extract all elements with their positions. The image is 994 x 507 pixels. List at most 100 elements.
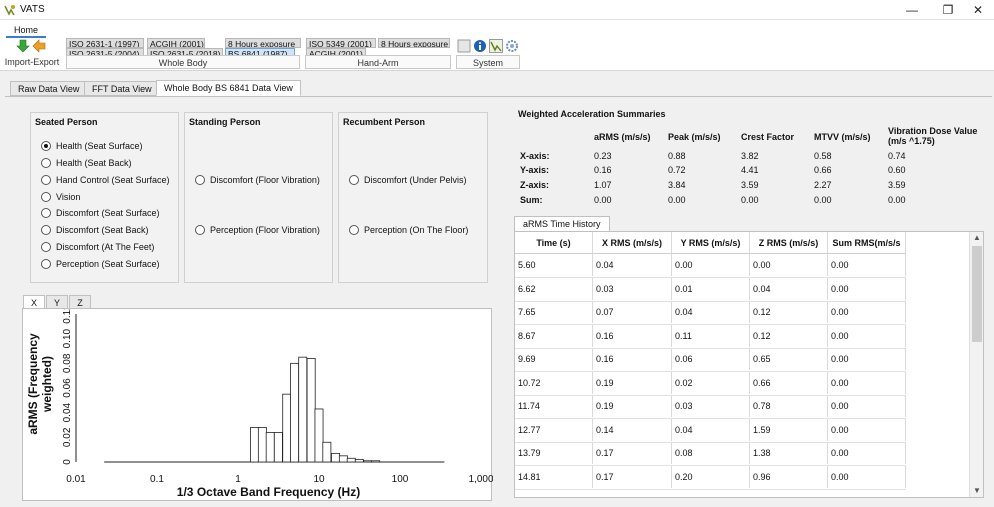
summary-header-crest: Crest Factor <box>741 132 795 142</box>
scroll-down-icon[interactable]: ▼ <box>970 485 983 497</box>
export-arrow-icon[interactable] <box>32 39 46 53</box>
summary-cell: 0.00 <box>741 195 759 205</box>
history-cell: 0.14 <box>593 418 672 441</box>
app-logo-icon <box>4 5 15 16</box>
history-cell: 0.16 <box>593 324 672 347</box>
summary-cell: 0.88 <box>668 151 686 161</box>
history-header-cell[interactable]: Time (s) <box>515 232 593 254</box>
radio-perception-on-floor[interactable]: Perception (On The Floor) <box>349 224 468 236</box>
history-cell: 0.03 <box>672 395 750 417</box>
summary-cell: 2.27 <box>814 180 832 190</box>
import-arrow-icon[interactable] <box>16 39 30 53</box>
summary-title: Weighted Acceleration Summaries <box>518 109 666 119</box>
seated-person-group: Seated Person Health (Seat Surface) Heal… <box>30 112 179 283</box>
scroll-up-icon[interactable]: ▲ <box>970 232 983 244</box>
tab-whole-body-bs6841-view[interactable]: Whole Body BS 6841 Data View <box>156 80 301 96</box>
y-axis-title: aRMS (Frequencyweighted) <box>26 333 54 435</box>
radio-icon <box>41 208 51 218</box>
radio-icon <box>349 225 359 235</box>
history-cell: 1.59 <box>750 418 828 441</box>
summary-cell: 3.59 <box>888 180 906 190</box>
radio-perception-seat-surface[interactable]: Perception (Seat Surface) <box>41 258 160 270</box>
radio-hand-control[interactable]: Hand Control (Seat Surface) <box>41 174 170 186</box>
scroll-thumb[interactable] <box>972 246 982 342</box>
history-cell: 11.74 <box>515 395 593 417</box>
acgih-2001-button[interactable]: ACGIH (2001) <box>147 38 205 48</box>
blank-document-icon[interactable] <box>457 39 471 53</box>
history-header-cell[interactable]: Sum RMS(m/s/s <box>828 232 906 254</box>
radio-health-seat-surface[interactable]: Health (Seat Surface) <box>41 140 143 152</box>
history-cell: 0.11 <box>672 324 750 347</box>
summary-cell: 0.00 <box>888 195 906 205</box>
info-icon[interactable] <box>473 39 487 53</box>
summary-header-vdv: Vibration Dose Value <box>888 126 978 136</box>
history-cell: 10.72 <box>515 371 593 394</box>
recumbent-person-group: Recumbent Person Discomfort (Under Pelvi… <box>338 112 488 283</box>
summary-header-vdv-unit: (m/s ^1.75) <box>888 136 935 146</box>
group-whole-body-label: Whole Body <box>66 55 300 69</box>
history-cell: 1.38 <box>750 442 828 464</box>
history-cell: 6.62 <box>515 277 593 300</box>
radio-icon <box>41 158 51 168</box>
chart-bar <box>282 393 292 463</box>
history-cell: 14.81 <box>515 465 593 488</box>
history-header-cell[interactable]: Z RMS (m/s/s) <box>750 232 828 254</box>
x-tick-label: 100 <box>392 474 409 485</box>
history-cell: 0.19 <box>593 371 672 394</box>
vats-logo-icon[interactable] <box>489 39 503 53</box>
chart-bar <box>265 432 275 463</box>
history-header-cell[interactable]: Y RMS (m/s/s) <box>672 232 750 254</box>
y-tick-label: 0.02 <box>62 427 73 447</box>
chart-tab-y[interactable]: Y <box>46 295 68 309</box>
standing-person-title: Standing Person <box>189 117 261 127</box>
history-cell: 0.06 <box>672 348 750 370</box>
tab-arms-time-history[interactable]: aRMS Time History <box>514 216 610 231</box>
chart-bar <box>338 455 348 463</box>
history-cell: 0.04 <box>672 418 750 441</box>
summary-header-peak: Peak (m/s/s) <box>668 132 721 142</box>
ha-8-hours-exposure-button[interactable]: 8 Hours exposure <box>378 38 450 48</box>
maximize-button[interactable]: ❐ <box>938 2 958 18</box>
history-cell: 0.16 <box>593 348 672 370</box>
radio-health-seat-back[interactable]: Health (Seat Back) <box>41 157 132 169</box>
history-row-divider <box>515 488 906 490</box>
tab-home[interactable]: Home <box>6 22 46 38</box>
history-header-cell[interactable]: X RMS (m/s/s) <box>593 232 672 254</box>
summary-cell: 3.82 <box>741 151 759 161</box>
radio-discomfort-seat-back[interactable]: Discomfort (Seat Back) <box>41 224 149 236</box>
x-axis-title: 1/3 Octave Band Frequency (Hz) <box>177 485 360 499</box>
close-button[interactable]: ✕ <box>968 2 988 18</box>
history-cell: 0.04 <box>672 301 750 323</box>
radio-discomfort-pelvis[interactable]: Discomfort (Under Pelvis) <box>349 174 467 186</box>
history-cell: 0.04 <box>593 254 672 276</box>
radio-icon <box>195 225 205 235</box>
y-tick-label: 0.12 <box>62 309 73 324</box>
radio-perception-floor[interactable]: Perception (Floor Vibration) <box>195 224 320 236</box>
history-cell: 0.19 <box>593 395 672 417</box>
chart-tab-x[interactable]: X <box>23 295 45 309</box>
recumbent-person-title: Recumbent Person <box>343 117 426 127</box>
radio-discomfort-feet[interactable]: Discomfort (At The Feet) <box>41 241 154 253</box>
settings-gear-icon[interactable] <box>505 39 519 53</box>
chart-tab-z[interactable]: Z <box>69 295 91 309</box>
history-cell: 0.00 <box>672 254 750 276</box>
history-cell: 0.00 <box>828 301 906 323</box>
history-cell: 0.00 <box>828 254 906 276</box>
summary-cell: 1.07 <box>594 180 612 190</box>
history-cell: 0.00 <box>828 395 906 417</box>
history-cell: 13.79 <box>515 442 593 464</box>
y-tick-label: 0.10 <box>62 328 73 348</box>
history-cell: 0.65 <box>750 348 828 370</box>
minimize-button[interactable]: — <box>902 2 922 18</box>
wb-8-hours-exposure-button[interactable]: 8 Hours exposure <box>225 38 301 48</box>
radio-vision[interactable]: Vision <box>41 191 80 203</box>
radio-discomfort-floor[interactable]: Discomfort (Floor Vibration) <box>195 174 320 186</box>
tab-raw-data-view[interactable]: Raw Data View <box>10 81 88 96</box>
radio-discomfort-seat-surface[interactable]: Discomfort (Seat Surface) <box>41 207 160 219</box>
radio-icon <box>41 225 51 235</box>
iso-5349-button[interactable]: ISO 5349 (2001) <box>306 38 376 48</box>
history-scrollbar[interactable]: ▲ ▼ <box>969 232 983 497</box>
iso-2631-1-button[interactable]: ISO 2631-1 (1997) <box>66 38 144 48</box>
tab-fft-data-view[interactable]: FFT Data View <box>84 81 160 96</box>
x-tick-label: 1,000 <box>468 474 493 485</box>
